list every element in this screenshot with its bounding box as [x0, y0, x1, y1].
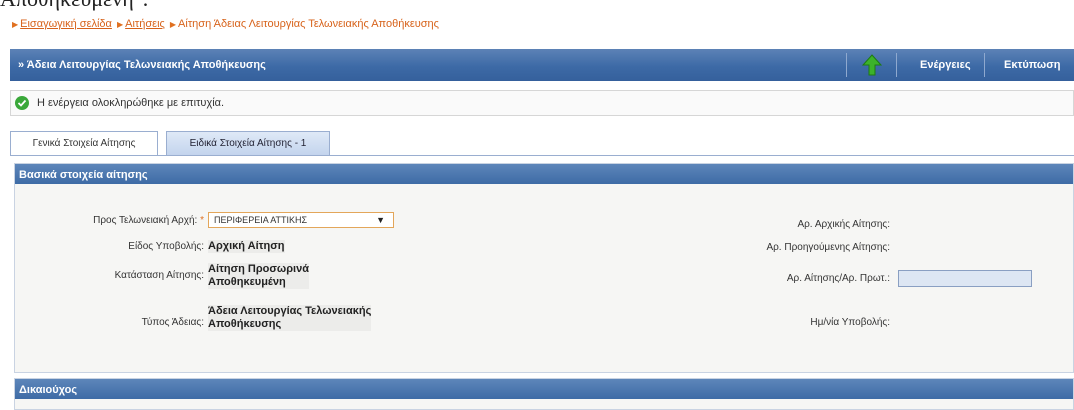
header-divider	[984, 53, 985, 77]
breadcrumb: ▶ Εισαγωγική σελίδα ▶ Αιτήσεις ▶ Αίτηση Άδε…	[10, 18, 439, 30]
page-title: » Άδεια Λειτουργίας Τελωνειακής Αποθήκευ…	[18, 59, 266, 71]
tab-specific-info[interactable]: Ειδικά Στοιχεία Αίτησης - 1	[166, 131, 330, 155]
breadcrumb-current: Αίτηση Άδειας Λειτουργίας Τελωνειακής Απ…	[178, 18, 439, 30]
beneficiary-panel: Δικαιούχος	[14, 378, 1074, 410]
license-type-label: Τύπος Άδειας:	[141, 317, 204, 328]
breadcrumb-home-link[interactable]: Εισαγωγική σελίδα	[20, 18, 112, 30]
basic-info-panel: Βασικά στοιχεία αίτησης Προς Τελωνειακή …	[14, 163, 1074, 373]
application-protocol-number-input[interactable]	[898, 270, 1032, 287]
up-arrow-icon	[862, 54, 882, 76]
success-message-text: Η ενέργεια ολοκληρώθηκε με επιτυχία.	[37, 97, 225, 109]
submission-type-value: Αρχική Αίτηση	[208, 240, 285, 253]
customs-office-selected-value: ΠΕΡΙΦΕΡΕΙΑ ΑΤΤΙΚΗΣ	[214, 215, 308, 225]
application-protocol-number-label: Αρ. Αίτησης/Αρ. Πρωτ.:	[786, 273, 890, 284]
check-circle-icon	[15, 96, 29, 110]
print-button[interactable]: Εκτύπωση	[1004, 59, 1060, 71]
initial-application-number-label: Αρ. Αρχικής Αίτησης:	[797, 219, 890, 230]
section-header-basic: Βασικά στοιχεία αίτησης	[15, 164, 1073, 184]
application-status-value: Αίτηση Προσωρινά Αποθηκευμένη	[208, 263, 309, 289]
success-message-box: Η ενέργεια ολοκληρώθηκε με επιτυχία.	[10, 90, 1074, 116]
section-title: Βασικά στοιχεία αίτησης	[19, 169, 148, 181]
customs-office-select[interactable]: ΠΕΡΙΦΕΡΕΙΑ ΑΤΤΙΚΗΣ ▼	[208, 212, 394, 228]
section-header-beneficiary: Δικαιούχος	[15, 379, 1073, 399]
actions-button[interactable]: Ενέργειες	[920, 59, 971, 71]
license-type-value: Άδεια Λειτουργίας Τελωνειακής Αποθήκευση…	[208, 305, 372, 331]
tab-general-info[interactable]: Γενικά Στοιχεία Αίτησης	[10, 131, 158, 155]
page-header-bar: » Άδεια Λειτουργίας Τελωνειακής Αποθήκευ…	[10, 49, 1074, 81]
chevron-down-icon: ▼	[376, 215, 385, 225]
tab-divider	[10, 155, 1074, 156]
clipped-page-text: Αποθηκευμένη".	[0, 0, 148, 12]
breadcrumb-arrow-icon: ▶	[116, 20, 124, 29]
breadcrumb-arrow-icon: ▶	[169, 20, 177, 29]
customs-office-label: Προς Τελωνειακή Αρχή: *	[93, 215, 204, 226]
breadcrumb-applications-link[interactable]: Αιτήσεις	[125, 18, 165, 30]
application-status-label: Κατάσταση Αίτησης:	[114, 270, 204, 281]
section-title: Δικαιούχος	[19, 384, 78, 396]
previous-application-number-label: Αρ. Προηγούμενης Αίτησης:	[766, 242, 890, 253]
submission-date-label: Ημ/νία Υποβολής:	[810, 317, 890, 328]
header-divider	[896, 53, 897, 77]
go-up-button[interactable]	[846, 49, 896, 81]
breadcrumb-arrow-icon: ▶	[12, 20, 19, 29]
submission-type-label: Είδος Υποβολής:	[128, 241, 204, 252]
